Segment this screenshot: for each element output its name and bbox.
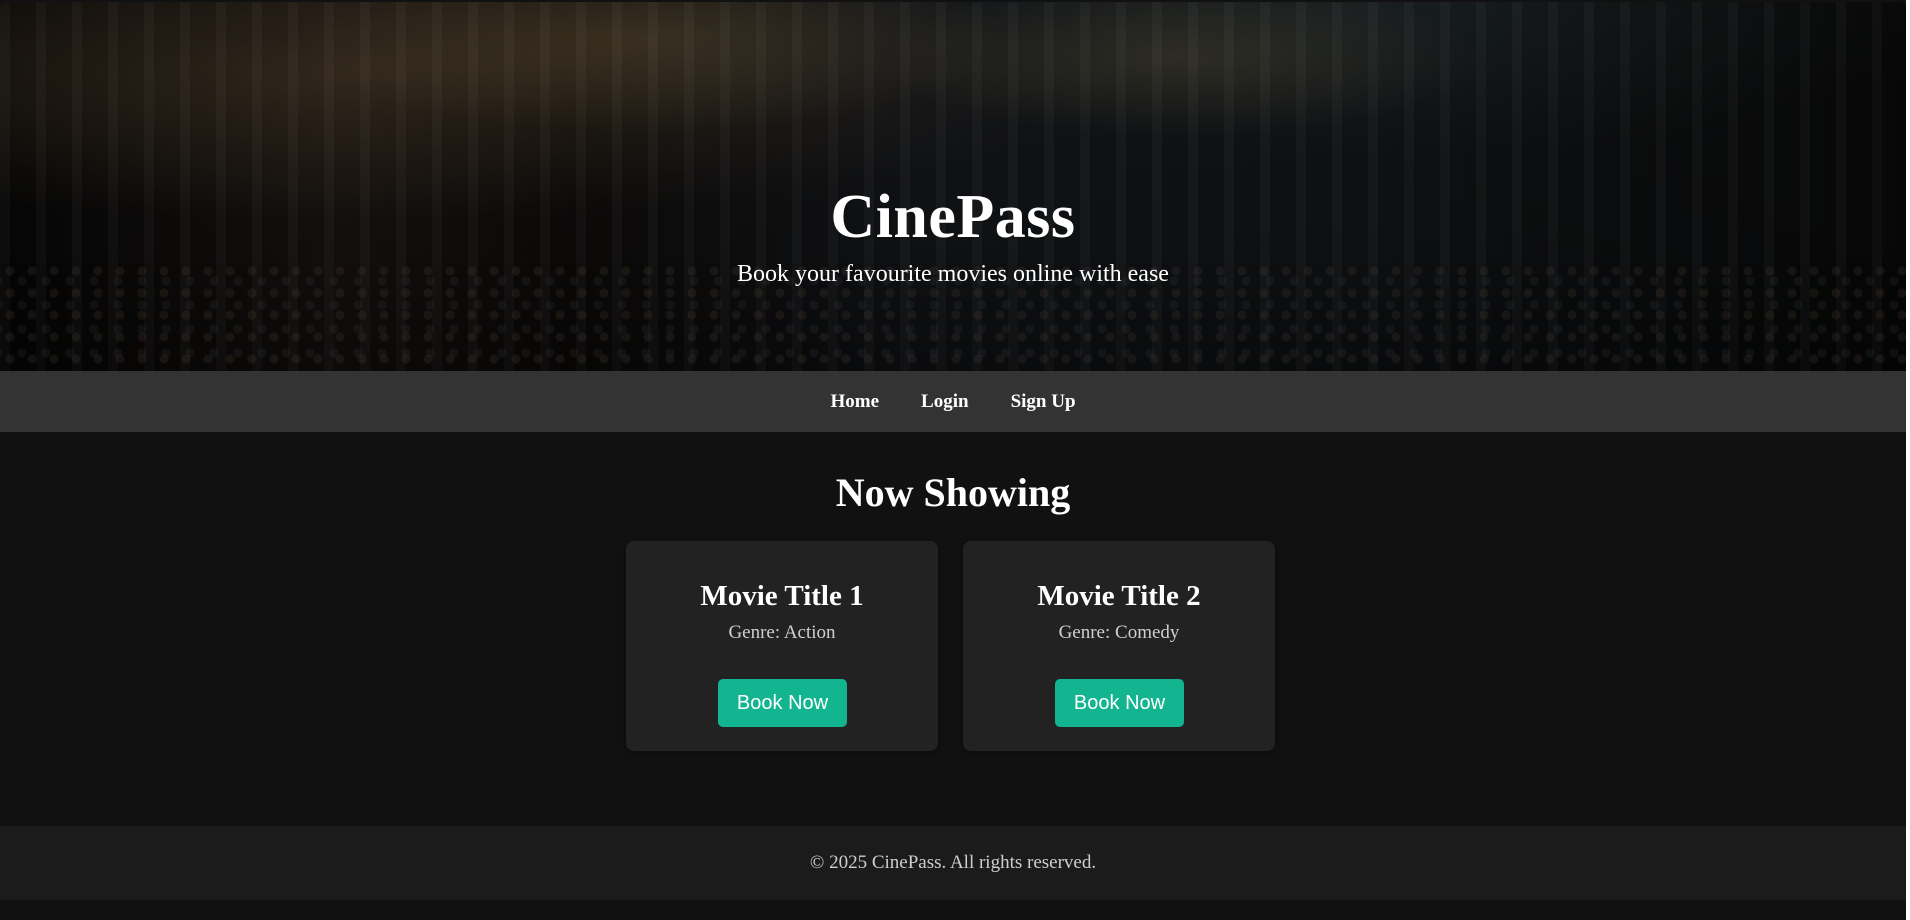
movie-card-list: Movie Title 1 Genre: Action Book Now Mov… xyxy=(626,541,1275,751)
book-now-button[interactable]: Book Now xyxy=(718,679,847,727)
page-container: CinePass Book your favourite movies onli… xyxy=(0,0,1908,920)
nav-home-link[interactable]: Home xyxy=(830,391,879,413)
footer: © 2025 CinePass. All rights reserved. xyxy=(0,826,1906,900)
movie-title: Movie Title 2 xyxy=(1037,580,1201,612)
hero-content: CinePass Book your favourite movies onli… xyxy=(0,186,1906,288)
movie-card: Movie Title 1 Genre: Action Book Now xyxy=(626,541,938,751)
top-navigation: Home Login Sign Up xyxy=(0,371,1906,432)
main-content: Now Showing Movie Title 1 Genre: Action … xyxy=(0,432,1906,826)
site-subtitle: Book your favourite movies online with e… xyxy=(737,261,1169,287)
footer-copyright: © 2025 CinePass. All rights reserved. xyxy=(809,852,1097,873)
book-now-button[interactable]: Book Now xyxy=(1055,679,1184,727)
nav-login-link[interactable]: Login xyxy=(921,391,969,413)
window-right-edge xyxy=(1906,0,1910,920)
movie-title: Movie Title 1 xyxy=(700,580,864,612)
site-title: CinePass xyxy=(830,183,1076,251)
movie-card: Movie Title 2 Genre: Comedy Book Now xyxy=(963,541,1275,751)
movie-genre: Genre: Comedy xyxy=(1058,622,1180,643)
bottom-spacer xyxy=(0,900,1906,920)
hero-banner: CinePass Book your favourite movies onli… xyxy=(0,2,1906,371)
nav-signup-link[interactable]: Sign Up xyxy=(1011,391,1076,413)
now-showing-heading: Now Showing xyxy=(835,470,1071,515)
movie-genre: Genre: Action xyxy=(728,622,836,643)
